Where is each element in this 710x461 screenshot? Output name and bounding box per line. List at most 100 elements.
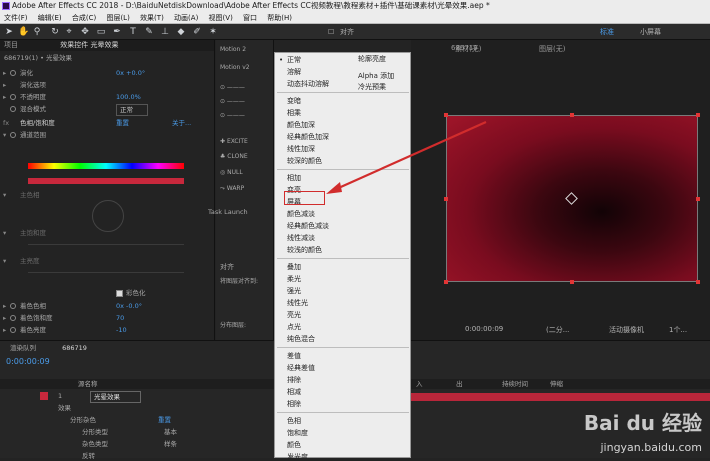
submenu-alpha-add[interactable]: Alpha 添加 <box>358 71 394 82</box>
rotate-tool-icon[interactable]: ↻ <box>50 27 60 37</box>
blend-difference[interactable]: 差值 <box>287 351 301 362</box>
transform-handle[interactable] <box>570 113 574 117</box>
colorize-checkbox[interactable] <box>116 290 123 297</box>
anchor-point-icon[interactable] <box>565 192 578 205</box>
blend-mode-dropdown[interactable]: 正常 <box>116 104 148 116</box>
blend-darker-color[interactable]: 较深的颜色 <box>287 156 322 167</box>
tab-project[interactable]: 项目 <box>4 41 18 49</box>
views-dropdown[interactable]: 1个... <box>669 325 687 335</box>
rectangle-tool-icon[interactable]: ▭ <box>96 27 106 37</box>
task-launch[interactable]: Task Launch <box>208 208 248 216</box>
transform-handle[interactable] <box>696 280 700 284</box>
camera-tool-icon[interactable]: ⌖ <box>64 27 74 37</box>
composition-frame[interactable] <box>444 113 700 284</box>
blend-pin-light[interactable]: 点光 <box>287 322 301 333</box>
material-tab[interactable]: 素材(无) <box>455 44 481 54</box>
lightness-slider[interactable] <box>28 272 184 273</box>
menu-window[interactable]: 窗口 <box>243 14 257 22</box>
timeline-prop[interactable]: 效果 <box>0 403 274 413</box>
menu-view[interactable]: 视图(V) <box>209 14 233 22</box>
stopwatch-icon[interactable] <box>10 94 16 100</box>
warp-button[interactable]: ⤳ WARP <box>220 185 244 193</box>
snap-checkbox-icon[interactable]: ☐ <box>328 26 334 38</box>
layer-row[interactable]: 1 光晕效果 <box>0 391 274 403</box>
roto-brush-tool-icon[interactable]: ✐ <box>192 27 202 37</box>
blend-linear-dodge[interactable]: 线性减淡 <box>287 233 315 244</box>
blend-linear-burn[interactable]: 线性加深 <box>287 144 315 155</box>
menu-effect[interactable]: 效果(T) <box>140 14 164 22</box>
excite-button[interactable]: ✚ EXCITE <box>220 138 248 145</box>
timeline-prop[interactable]: 杂色类型 样条 <box>0 439 274 449</box>
transform-handle[interactable] <box>444 197 448 201</box>
menu-help[interactable]: 帮助(H) <box>267 14 292 22</box>
blend-darken[interactable]: 变暗 <box>287 96 301 107</box>
blend-dynamic-dither[interactable]: 动态抖动溶解 <box>287 79 329 90</box>
motion-slider-3[interactable]: ⊙ ——— <box>220 112 245 119</box>
submenu-luminescent[interactable]: 冷光预乘 <box>358 82 386 93</box>
transform-handle[interactable] <box>696 197 700 201</box>
timeline-prop[interactable]: 分形类型 基本 <box>0 427 274 437</box>
stopwatch-icon[interactable] <box>10 132 16 138</box>
null-button[interactable]: ◎ NULL <box>220 169 243 176</box>
blend-normal[interactable]: 正常 <box>287 55 301 66</box>
stopwatch-icon[interactable] <box>10 303 16 309</box>
transform-handle[interactable] <box>696 113 700 117</box>
blend-exclusion[interactable]: 排除 <box>287 375 301 386</box>
blend-classic-color-burn[interactable]: 经典颜色加深 <box>287 132 329 143</box>
blend-vivid-light[interactable]: 亮光 <box>287 310 301 321</box>
blend-classic-difference[interactable]: 经典差值 <box>287 363 315 374</box>
blend-multiply[interactable]: 相乘 <box>287 108 301 119</box>
reset-button[interactable]: 重置 <box>116 118 129 128</box>
property-row[interactable]: ▸ 演化选项 <box>0 80 215 90</box>
eraser-tool-icon[interactable]: ◆ <box>176 27 186 37</box>
property-row[interactable]: ▸ 着色色相 0x -0.0° <box>0 301 215 311</box>
menu-composition[interactable]: 合成(C) <box>72 14 96 22</box>
property-row[interactable]: ▸ 演化 0x +0.0° <box>0 68 215 78</box>
blend-hard-mix[interactable]: 纯色混合 <box>287 334 315 345</box>
menu-file[interactable]: 文件(F) <box>4 14 28 22</box>
pen-tool-icon[interactable]: ✒ <box>112 27 122 37</box>
blend-linear-light[interactable]: 线性光 <box>287 298 308 309</box>
zoom-tool-icon[interactable]: ⚲ <box>32 27 42 37</box>
stopwatch-icon[interactable] <box>10 106 16 112</box>
blend-color[interactable]: 颜色 <box>287 440 301 451</box>
property-row[interactable]: ▸ 着色亮度 -10 <box>0 325 215 335</box>
menu-edit[interactable]: 编辑(E) <box>38 14 62 22</box>
blend-soft-light[interactable]: 柔光 <box>287 274 301 285</box>
layer-duration-bar[interactable] <box>410 393 710 401</box>
submenu-luminescent-premul[interactable]: 轮廓亮度 <box>358 54 386 65</box>
blend-hard-light[interactable]: 强光 <box>287 286 301 297</box>
blend-hue[interactable]: 色相 <box>287 416 301 427</box>
menu-layer[interactable]: 图层(L) <box>106 14 129 22</box>
property-row[interactable]: ▸ 着色饱和度 70 <box>0 313 215 323</box>
menu-animation[interactable]: 动画(A) <box>174 14 198 22</box>
layer-tab[interactable]: 图层(无) <box>539 44 565 54</box>
tab-effect-controls[interactable]: 效果控件 光晕效果 <box>60 41 118 49</box>
blend-color-burn[interactable]: 颜色加深 <box>287 120 315 131</box>
channel-range-output-bar[interactable] <box>28 178 184 184</box>
timeline-prop[interactable]: 分形杂色 重置 <box>0 415 274 425</box>
effect-hue-saturation[interactable]: fx 色相/饱和度 重置 关于... <box>0 118 215 128</box>
selection-tool-icon[interactable]: ➤ <box>4 27 14 37</box>
stopwatch-icon[interactable] <box>10 327 16 333</box>
stopwatch-icon[interactable] <box>10 70 16 76</box>
workspace-small-screen[interactable]: 小屏幕 <box>640 26 661 38</box>
clone-stamp-tool-icon[interactable]: ⊥ <box>160 27 170 37</box>
property-row[interactable]: ▾ 通道范围 <box>0 130 215 140</box>
transform-handle[interactable] <box>570 280 574 284</box>
stopwatch-icon[interactable] <box>10 315 16 321</box>
property-row[interactable]: ▾ 主饱和度 <box>0 228 215 238</box>
colorize-row[interactable]: 彩色化 <box>0 288 215 298</box>
viewer-timecode[interactable]: 0:00:00:09 <box>465 325 503 333</box>
about-button[interactable]: 关于... <box>172 118 191 128</box>
transform-handle[interactable] <box>444 113 448 117</box>
property-row[interactable]: ▾ 主色相 <box>0 190 215 200</box>
channel-range-spectrum[interactable] <box>28 163 184 169</box>
tab-render-queue[interactable]: 渲染队列 <box>10 344 36 352</box>
timeline-prop[interactable]: 反转 <box>0 451 274 461</box>
blend-overlay[interactable]: 叠加 <box>287 262 301 273</box>
clone-button[interactable]: ♣ CLONE <box>220 153 248 160</box>
camera-dropdown[interactable]: 活动摄像机 <box>609 325 644 335</box>
brush-tool-icon[interactable]: ✎ <box>144 27 154 37</box>
blend-saturation[interactable]: 饱和度 <box>287 428 308 439</box>
